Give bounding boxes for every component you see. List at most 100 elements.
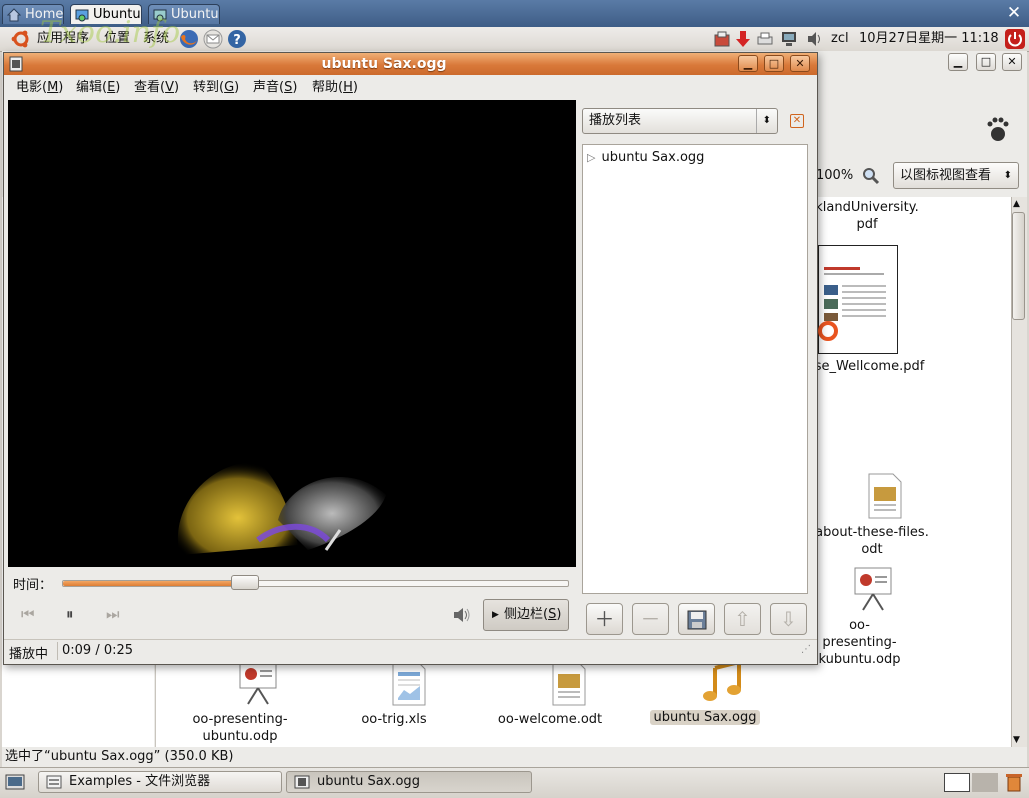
watermark: Txoo.info xyxy=(40,15,181,50)
file-item-label: about-these-files. odt xyxy=(815,525,929,557)
playlist-item[interactable]: ▷ ubuntu Sax.ogg xyxy=(587,149,704,166)
document-icon xyxy=(552,660,585,706)
file-browser-icon xyxy=(46,775,62,789)
separator xyxy=(57,642,58,660)
download-arrow-icon[interactable] xyxy=(734,30,752,48)
seek-handle[interactable] xyxy=(230,575,259,590)
clock[interactable]: 10月27日星期一 11:18 xyxy=(859,30,999,48)
firefox-icon[interactable] xyxy=(178,28,200,50)
resize-grip[interactable]: ⋰ xyxy=(801,644,811,655)
move-up-button[interactable]: ⇧ xyxy=(724,603,761,635)
bottom-panel: Examples - 文件浏览器 ubuntu Sax.ogg xyxy=(0,767,1029,798)
workspace-1[interactable] xyxy=(944,773,970,792)
spreadsheet-icon xyxy=(392,660,425,706)
save-button[interactable] xyxy=(678,603,715,635)
network-icon[interactable] xyxy=(780,30,798,48)
close-icon[interactable]: ✕ xyxy=(790,114,804,128)
seek-label: 时间： xyxy=(13,578,53,593)
select-arrows-icon: ⬍ xyxy=(1003,170,1012,181)
play-indicator-icon: ▷ xyxy=(587,151,596,164)
view-mode-select[interactable]: 以图标视图查看 ⬍ xyxy=(893,162,1019,189)
help-icon[interactable]: ? xyxy=(227,29,247,49)
top-panel: 应用程序 位置 系统 ? Txoo.info zcl 10月27日星期一 11:… xyxy=(0,15,1029,52)
music-icon xyxy=(702,659,741,701)
sidebar-page-select[interactable]: 播放列表 ⬍ xyxy=(582,108,778,134)
minimize-button[interactable]: ▁ xyxy=(948,53,968,71)
movie-player-window: ubuntu Sax.ogg ▁ □ ✕ 电影(M) 编辑(E) 查看(V) 转… xyxy=(3,52,818,665)
gnome-foot-icon xyxy=(987,117,1009,141)
menu-view[interactable]: 查看(V) xyxy=(134,79,179,96)
volume-icon[interactable] xyxy=(806,30,824,48)
seek-progress xyxy=(63,581,245,586)
window-title: ubuntu Sax.ogg xyxy=(321,56,447,72)
volume-button[interactable] xyxy=(453,607,471,623)
ubuntu-logo-icon[interactable] xyxy=(10,29,32,49)
file-item-label: oo-trig.xls xyxy=(361,712,427,727)
close-button[interactable]: ✕ xyxy=(1002,53,1022,71)
scrollbar-thumb[interactable] xyxy=(1012,212,1025,320)
scroll-down-icon[interactable]: ▼ xyxy=(1013,735,1020,745)
power-icon[interactable] xyxy=(1004,28,1026,50)
show-desktop-icon[interactable] xyxy=(5,772,25,792)
zoom-icon[interactable] xyxy=(862,167,880,185)
add-button[interactable]: ＋ xyxy=(586,603,623,635)
menu-help[interactable]: 帮助(H) xyxy=(312,79,358,96)
seek-slider[interactable] xyxy=(62,575,569,590)
file-item[interactable] xyxy=(818,245,898,360)
status-bar: 播放中 0:09 / 0:25 ⋰ xyxy=(4,639,817,662)
triangle-right-icon: ▶ xyxy=(492,610,499,620)
printer-icon[interactable] xyxy=(756,30,774,48)
menu-go[interactable]: 转到(G) xyxy=(193,79,239,96)
maximize-button[interactable]: □ xyxy=(976,53,996,71)
select-arrows-icon: ⬍ xyxy=(755,109,771,133)
menu-bar: 电影(M) 编辑(E) 查看(V) 转到(G) 声音(S) 帮助(H) xyxy=(4,76,817,99)
close-button[interactable]: ✕ xyxy=(790,55,810,72)
file-item[interactable]: klandUniversity. pdf xyxy=(812,199,922,233)
file-item-label: oo-presenting- kubuntu.odp xyxy=(818,618,901,667)
next-icon[interactable]: ⏭ xyxy=(106,605,120,623)
pdf-thumbnail-icon xyxy=(818,245,898,354)
workspace-2[interactable] xyxy=(972,773,998,792)
file-item-label: se_Wellcome.pdf xyxy=(814,359,925,374)
mail-icon[interactable] xyxy=(203,29,223,49)
playlist[interactable]: ▷ ubuntu Sax.ogg xyxy=(582,144,808,594)
previous-icon[interactable]: ⏮ xyxy=(21,605,35,623)
move-down-button[interactable]: ⇩ xyxy=(770,603,807,635)
sidebar-page-value: 播放列表 xyxy=(589,113,642,128)
floppy-icon xyxy=(687,610,706,630)
file-item[interactable]: about-these-files. odt xyxy=(813,473,931,558)
menu-edit[interactable]: 编辑(E) xyxy=(76,79,120,96)
view-mode-value: 以图标视图查看 xyxy=(900,168,992,183)
time-readout: 0:09 / 0:25 xyxy=(62,643,134,658)
user-name[interactable]: zcl xyxy=(831,30,849,48)
update-manager-icon[interactable] xyxy=(713,30,731,48)
trash-icon[interactable] xyxy=(1004,771,1024,793)
playlist-sidebar: 播放列表 ⬍ ✕ ▷ ubuntu Sax.ogg ＋ － ⇧ ⇩ xyxy=(582,100,812,648)
visualization xyxy=(177,461,386,555)
sidebar-toggle-button[interactable]: ▶ 侧边栏(S) xyxy=(483,599,569,631)
close-icon[interactable]: ✕ xyxy=(1005,3,1023,23)
pause-icon[interactable]: ⏸ xyxy=(66,605,74,623)
menu-sound[interactable]: 声音(S) xyxy=(253,79,297,96)
home-icon xyxy=(7,8,21,22)
video-area[interactable] xyxy=(8,100,576,567)
file-item[interactable]: oo-presenting- kubuntu.odp xyxy=(812,566,907,668)
remove-button[interactable]: － xyxy=(632,603,669,635)
taskbar-item-video-player[interactable]: ubuntu Sax.ogg xyxy=(286,771,532,793)
taskbar-item-file-browser[interactable]: Examples - 文件浏览器 xyxy=(38,771,282,793)
file-item-label: klandUniversity. pdf xyxy=(815,200,919,232)
file-item-selected[interactable]: ubuntu Sax.ogg xyxy=(648,659,762,726)
video-player-icon xyxy=(294,775,310,789)
zoom-level: 100% xyxy=(816,168,854,183)
window-titlebar[interactable]: ubuntu Sax.ogg ▁ □ ✕ xyxy=(4,53,817,75)
file-item[interactable]: oo-trig.xls xyxy=(345,660,443,728)
file-item[interactable]: oo-welcome.odt xyxy=(493,660,607,728)
minimize-button[interactable]: ▁ xyxy=(738,55,758,72)
menu-movie[interactable]: 电影(M) xyxy=(16,79,63,96)
file-item[interactable]: oo-presenting- ubuntu.odp xyxy=(185,660,295,745)
svg-text:?: ? xyxy=(233,33,241,48)
file-item[interactable]: se_Wellcome.pdf xyxy=(812,358,927,375)
maximize-button[interactable]: □ xyxy=(764,55,784,72)
document-icon xyxy=(868,473,902,519)
scroll-up-icon[interactable]: ▲ xyxy=(1013,199,1020,209)
